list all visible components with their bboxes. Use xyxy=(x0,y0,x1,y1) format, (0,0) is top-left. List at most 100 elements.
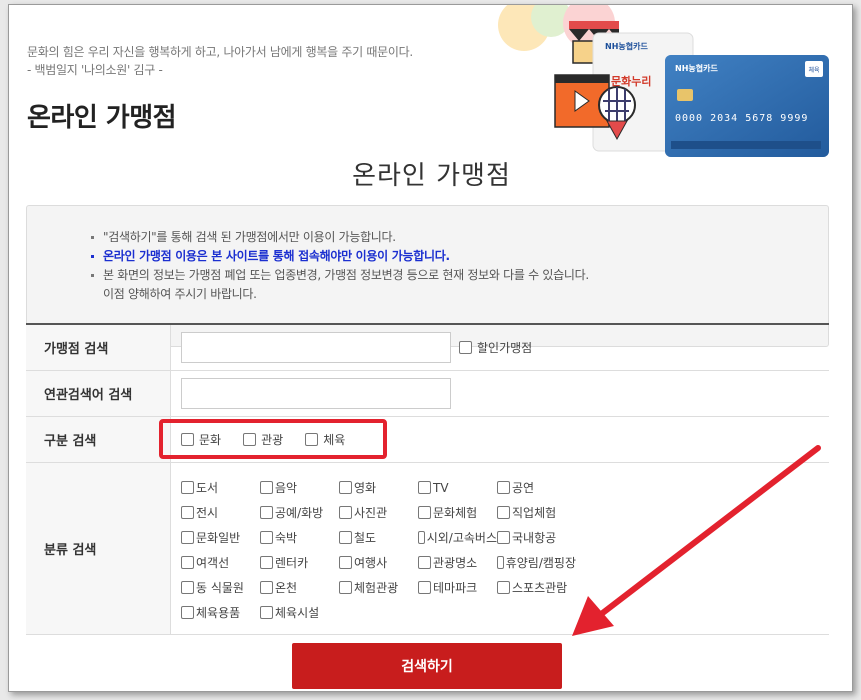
card-stripe xyxy=(671,141,821,149)
category-label: 스포츠관람 xyxy=(512,581,568,595)
category-option[interactable]: 여객선 xyxy=(181,553,260,572)
notice-item: "검색하기"를 통해 검색 된 가맹점에서만 이용이 가능합니다. xyxy=(91,228,828,247)
discount-store-checkbox[interactable] xyxy=(459,341,472,354)
category-option[interactable]: 숙박 xyxy=(260,528,339,547)
category-option[interactable]: 공예/화방 xyxy=(260,503,339,522)
category-checkbox[interactable] xyxy=(418,531,425,544)
category-checkbox[interactable] xyxy=(260,556,273,569)
category-option[interactable]: 음악 xyxy=(260,478,339,497)
category-label: 영화 xyxy=(354,481,377,495)
card-chip xyxy=(677,89,693,101)
category-option[interactable]: 체험관광 xyxy=(339,578,418,597)
category-checkbox[interactable] xyxy=(497,581,510,594)
category-label: 공예/화방 xyxy=(275,506,324,520)
category-option[interactable]: 공연 xyxy=(497,478,576,497)
related-search-input[interactable] xyxy=(181,378,451,409)
category-option[interactable]: 렌터카 xyxy=(260,553,339,572)
category-label: 국내항공 xyxy=(512,531,557,545)
category-checkbox[interactable] xyxy=(418,481,431,494)
category-option[interactable]: 문화체험 xyxy=(418,503,497,522)
category-option[interactable]: 스포츠관람 xyxy=(497,578,576,597)
category-checkbox[interactable] xyxy=(181,556,194,569)
category-option[interactable]: 테마파크 xyxy=(418,578,497,597)
category-label: 여객선 xyxy=(196,556,230,570)
category-label: 여행사 xyxy=(354,556,388,570)
quote-line-2: - 백범일지 '나의소원' 김구 - xyxy=(27,63,163,77)
category-checkbox[interactable] xyxy=(418,506,431,519)
category-label: 체험관광 xyxy=(354,581,399,595)
category-option[interactable]: 직업체험 xyxy=(497,503,576,522)
category-checkbox[interactable] xyxy=(497,506,510,519)
store-search-input[interactable] xyxy=(181,332,451,363)
category-checkbox[interactable] xyxy=(260,531,273,544)
category-label: 동 식물원 xyxy=(196,581,244,595)
card-brand: NH농협카드 xyxy=(675,63,718,73)
card-number: 0000 2034 5678 9999 xyxy=(675,113,808,124)
category-checkbox[interactable] xyxy=(497,481,510,494)
category-label: 직업체험 xyxy=(512,506,557,520)
row-store-search: 가맹점 검색 할인가맹점 xyxy=(26,325,829,371)
category-option[interactable]: 체육시설 xyxy=(260,603,339,622)
search-button[interactable]: 검색하기 xyxy=(292,643,562,689)
discount-store-option[interactable]: 할인가맹점 xyxy=(459,339,532,356)
category-checkbox[interactable] xyxy=(181,606,194,619)
category-checkbox[interactable] xyxy=(497,556,504,569)
category-label: 문화일반 xyxy=(196,531,241,545)
card-back-brand: NH농협카드 xyxy=(605,41,648,51)
category-options: 도서 음악 영화 TV 공연전시 공예/화방 사진관 문화체험 직업체험문화일반 숙박 철도 시외/고… xyxy=(181,463,576,634)
category-checkbox[interactable] xyxy=(181,581,194,594)
category-checkbox[interactable] xyxy=(181,531,194,544)
category-option[interactable]: 전시 xyxy=(181,503,260,522)
store-search-label: 가맹점 검색 xyxy=(26,325,171,370)
category-checkbox[interactable] xyxy=(339,481,352,494)
related-search-label: 연관검색어 검색 xyxy=(26,371,171,416)
category-label: 숙박 xyxy=(275,531,298,545)
row-type-search: 구분 검색 문화 관광 체육 xyxy=(26,417,829,463)
category-label: 철도 xyxy=(354,531,377,545)
category-option[interactable]: 관광명소 xyxy=(418,553,497,572)
type-search-highlight xyxy=(159,419,387,459)
category-checkbox[interactable] xyxy=(339,531,352,544)
category-option[interactable]: 문화일반 xyxy=(181,528,260,547)
category-option[interactable]: 체육용품 xyxy=(181,603,260,622)
category-option[interactable]: 영화 xyxy=(339,478,418,497)
category-checkbox[interactable] xyxy=(260,581,273,594)
category-option[interactable]: 동 식물원 xyxy=(181,578,260,597)
category-label: 도서 xyxy=(196,481,219,495)
category-checkbox[interactable] xyxy=(339,506,352,519)
category-option[interactable]: TV xyxy=(418,478,497,497)
category-label: 테마파크 xyxy=(433,581,478,595)
quote: 문화의 힘은 우리 자신을 행복하게 하고, 나아가서 남에게 행복을 주기 때… xyxy=(27,43,413,79)
banner-illustration: NH농협카드 문화누리 NH농협카드 체육 0000 2034 5678 999… xyxy=(498,5,829,157)
category-checkbox[interactable] xyxy=(181,481,194,494)
category-checkbox[interactable] xyxy=(260,506,273,519)
category-checkbox[interactable] xyxy=(418,581,431,594)
row-category-search: 분류 검색 도서 음악 영화 TV 공연전시 공예/화방 사진관 문화체험 직업체험문화일반 숙박… xyxy=(26,463,829,635)
category-checkbox[interactable] xyxy=(339,556,352,569)
category-checkbox[interactable] xyxy=(339,581,352,594)
category-checkbox[interactable] xyxy=(418,556,431,569)
category-option[interactable]: 도서 xyxy=(181,478,260,497)
category-option[interactable]: 여행사 xyxy=(339,553,418,572)
category-search-label: 분류 검색 xyxy=(26,463,171,634)
category-checkbox[interactable] xyxy=(260,481,273,494)
card-tag: 체육 xyxy=(808,66,820,74)
search-form: 가맹점 검색 할인가맹점 연관검색어 검색 구분 검색 문화 관광 체육 분류 … xyxy=(26,323,829,635)
category-option[interactable]: 사진관 xyxy=(339,503,418,522)
category-option[interactable]: 휴양림/캠핑장 xyxy=(497,553,576,572)
category-option[interactable]: 국내항공 xyxy=(497,528,576,547)
credit-card: NH농협카드 체육 0000 2034 5678 9999 xyxy=(665,55,829,157)
category-label: 시외/고속버스 xyxy=(426,531,497,545)
category-checkbox[interactable] xyxy=(260,606,273,619)
category-option[interactable]: 시외/고속버스 xyxy=(418,528,497,547)
notice-item-continued: 이점 양해하여 주시기 바랍니다. xyxy=(103,287,257,301)
notice-item-highlight: 온라인 가맹점 이용은 본 사이트를 통해 접속해야만 이용이 가능합니다. xyxy=(91,247,828,266)
section-title: 온라인 가맹점 xyxy=(352,161,511,191)
category-option[interactable]: 철도 xyxy=(339,528,418,547)
category-checkbox[interactable] xyxy=(181,506,194,519)
category-label: 휴양림/캠핑장 xyxy=(505,556,576,570)
page-frame: 문화의 힘은 우리 자신을 행복하게 하고, 나아가서 남에게 행복을 주기 때… xyxy=(8,4,853,692)
category-option[interactable]: 온천 xyxy=(260,578,339,597)
row-related-search: 연관검색어 검색 xyxy=(26,371,829,417)
category-checkbox[interactable] xyxy=(497,531,510,544)
